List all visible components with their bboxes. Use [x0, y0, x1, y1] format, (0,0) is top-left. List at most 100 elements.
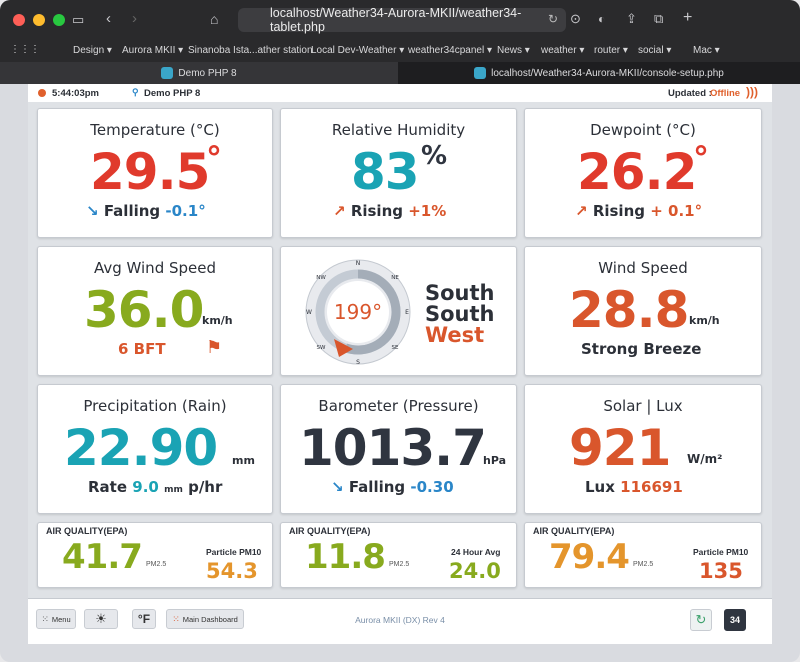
air-quality-card-1[interactable]: AIR QUALITY(EPA) 41.7 PM2.5 Particle PM1… — [37, 522, 273, 588]
trend-delta: -0.1° — [165, 202, 206, 220]
wind-speed-unit: km/h — [689, 314, 720, 327]
air-quality-card-3[interactable]: AIR QUALITY(EPA) 79.4 PM2.5 Particle PM1… — [524, 522, 762, 588]
falling-trend-icon: ↘ — [86, 202, 99, 220]
compass-label-n: N — [356, 260, 361, 267]
location-name: Demo PHP 8 — [144, 88, 201, 99]
card-title: Barometer (Pressure) — [318, 397, 479, 415]
close-window-button[interactable] — [13, 14, 25, 26]
forward-icon[interactable]: › — [132, 10, 137, 27]
direction-line-3: West — [425, 323, 485, 347]
home-icon[interactable]: ⌂ — [210, 11, 218, 27]
card-title: Wind Speed — [598, 259, 688, 277]
bookmarks-bar: ⋮⋮⋮ Design ▾ Aurora MKII ▾ Sinanoba Ista… — [0, 40, 800, 62]
temperature-card[interactable]: Temperature (°C) 29.5 ° ↘ Falling -0.1° — [37, 108, 273, 238]
download-icon[interactable]: ⊙ — [570, 11, 581, 27]
refresh-button[interactable]: ↻ — [690, 609, 712, 631]
weather34-favicon-icon — [474, 67, 487, 79]
avg-wind-unit: km/h — [202, 314, 233, 327]
compass-label-nw: NW — [316, 275, 326, 281]
humidity-card[interactable]: Relative Humidity 83 % ↗ Rising +1% — [280, 108, 517, 238]
tab-demo-php[interactable]: Demo PHP 8 — [0, 62, 398, 84]
lux-value: 116691 — [620, 478, 683, 496]
solar-unit: W/m² — [687, 452, 723, 466]
bookmark-news[interactable]: News ▾ — [497, 45, 530, 56]
trend-label: Falling — [103, 202, 161, 220]
rain-card[interactable]: Precipitation (Rain) 22.90 mm Rate 9.0 m… — [37, 384, 273, 514]
direction-line-2: South — [425, 302, 495, 326]
wind-description: Strong Breeze — [581, 340, 702, 358]
url-text: localhost/Weather34-Aurora-MKII/weather3… — [270, 6, 522, 34]
share-icon[interactable]: ⇪ — [626, 11, 637, 27]
bookmarks-grid-icon[interactable]: ⋮⋮⋮ — [10, 44, 40, 55]
updated-status: Offline — [710, 88, 741, 99]
particle-label: Particle PM10 — [693, 547, 749, 557]
bookmark-weather[interactable]: weather ▾ — [541, 45, 584, 56]
bookmark-design[interactable]: Design ▾ — [73, 45, 112, 56]
bookmark-router[interactable]: router ▾ — [594, 45, 628, 56]
dewpoint-unit: ° — [693, 139, 709, 177]
wind-flag-icon: ⚑ — [206, 337, 223, 358]
shield-icon[interactable]: ◐ — [598, 12, 605, 26]
back-icon[interactable]: ‹ — [106, 10, 111, 27]
rising-trend-icon: ↗ — [575, 202, 588, 220]
sidebar-toggle-icon[interactable]: ▭ — [72, 12, 84, 28]
bookmark-station[interactable]: Sinanoba Ista...ather station — [188, 45, 313, 56]
card-title: Solar | Lux — [603, 397, 683, 415]
pressure-value: 1013.7 — [299, 419, 487, 477]
rain-rate-value: 9.0 — [132, 478, 159, 496]
trend-label: Rising — [592, 202, 645, 220]
compass-dial: N NE E SE S SW W NW 199° — [305, 259, 411, 366]
bookmark-mac[interactable]: Mac ▾ — [693, 45, 720, 56]
reload-icon[interactable]: ↻ — [548, 12, 558, 26]
window-controls — [13, 14, 65, 26]
trend-delta: +1% — [408, 202, 447, 220]
wind-speed-value: 28.8 — [569, 281, 689, 339]
rising-trend-icon: ↗ — [333, 202, 346, 220]
solar-value: 921 — [569, 419, 671, 477]
tab-label: localhost/Weather34-Aurora-MKII/console-… — [491, 67, 724, 79]
wind-direction-card[interactable]: N NE E SE S SW W NW 199° South South Wes… — [280, 246, 517, 376]
direction-line-1: South — [425, 281, 495, 305]
solar-card[interactable]: Solar | Lux 921 W/m² Lux 116691 — [524, 384, 762, 514]
compass-label-w: W — [306, 309, 312, 316]
avg-wind-card[interactable]: Avg Wind Speed 36.0 km/h 6 BFT ⚑ — [37, 246, 273, 376]
weather34-logo-icon: 34 — [729, 615, 740, 625]
tabs-overview-icon[interactable]: ⧉ — [654, 11, 663, 27]
status-dot-icon — [38, 89, 46, 97]
trend-delta: + 0.1° — [650, 202, 703, 220]
pm-label: PM2.5 — [389, 561, 410, 568]
wifi-icon: ))) — [746, 85, 758, 99]
version-label: Aurora MKII (DX) Rev 4 — [355, 615, 445, 625]
wind-speed-card[interactable]: Wind Speed 28.8 km/h Strong Breeze — [524, 246, 762, 376]
avg-wind-value: 36.0 — [84, 281, 204, 339]
wind-degrees: 199° — [334, 300, 382, 324]
address-bar[interactable]: localhost/Weather34-Aurora-MKII/weather3… — [238, 6, 566, 34]
zoom-window-button[interactable] — [53, 14, 65, 26]
location-pin-icon: ⚲ — [132, 87, 139, 97]
bookmark-social[interactable]: social ▾ — [638, 45, 671, 56]
weather34-logo-button[interactable]: 34 — [724, 609, 746, 631]
bookmark-aurora[interactable]: Aurora MKII ▾ — [122, 45, 183, 56]
compass-label-ne: NE — [391, 275, 399, 281]
pressure-unit: hPa — [483, 454, 507, 467]
pressure-card[interactable]: Barometer (Pressure) 1013.7 hPa ↘ Fallin… — [280, 384, 517, 514]
weather-dashboard: 5:44:03pm ⚲ Demo PHP 8 Updated : Offline… — [28, 84, 772, 644]
humidity-value: 83 — [351, 143, 420, 201]
tab-console-setup[interactable]: localhost/Weather34-Aurora-MKII/console-… — [398, 62, 800, 84]
rain-rate-label: Rate — [88, 478, 128, 496]
minimize-window-button[interactable] — [33, 14, 45, 26]
rain-rate-period: p/hr — [188, 478, 223, 496]
current-time: 5:44:03pm — [52, 88, 99, 99]
tab-bar: Demo PHP 8 localhost/Weather34-Aurora-MK… — [0, 62, 800, 84]
weather34-favicon-icon — [161, 67, 174, 79]
bookmark-local-dev[interactable]: Local Dev-Weather ▾ — [311, 45, 404, 56]
new-tab-icon[interactable]: + — [683, 9, 692, 27]
status-strip: 5:44:03pm ⚲ Demo PHP 8 Updated : Offline… — [28, 84, 772, 102]
particle-label: Particle PM10 — [206, 547, 262, 557]
particle-value: 54.3 — [206, 559, 258, 583]
air-quality-card-2[interactable]: AIR QUALITY(EPA) 11.8 PM2.5 24 Hour Avg … — [280, 522, 517, 588]
bookmark-cpanel[interactable]: weather34cpanel ▾ — [408, 45, 492, 56]
dashboard-footer: ⁙ Menu ☀ °F ⁙ Main Dashboard Aurora MKII… — [28, 598, 772, 644]
dewpoint-card[interactable]: Dewpoint (°C) 26.2 ° ↗ Rising + 0.1° — [524, 108, 762, 238]
air-quality-label: AIR QUALITY(EPA) — [533, 526, 615, 536]
